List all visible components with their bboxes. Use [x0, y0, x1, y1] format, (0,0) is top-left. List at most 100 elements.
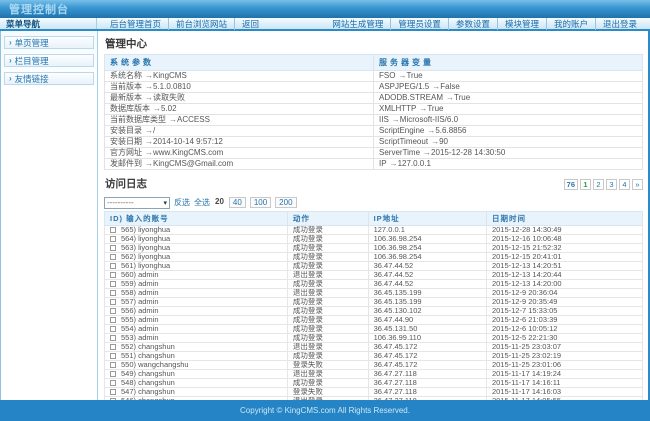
- info-cell: 官方网址→www.KingCMS.com: [105, 148, 374, 159]
- account-cell: 561) liyonghua: [105, 262, 288, 271]
- nav-link-right-2[interactable]: 参数设置: [448, 18, 497, 30]
- nav-link-right-5[interactable]: 退出登录: [595, 18, 644, 30]
- pagination-page-1[interactable]: 1: [580, 179, 591, 190]
- account-cell: 551) changshun: [105, 352, 288, 361]
- select-all-link[interactable]: 全选: [194, 197, 210, 208]
- nav-link-right-1[interactable]: 管理员设置: [390, 18, 448, 30]
- ip-cell: 106.36.99.110: [368, 334, 486, 343]
- sidebar-item[interactable]: ›单页管理: [4, 36, 94, 49]
- pagination-page-4[interactable]: 4: [619, 179, 630, 190]
- log-table-row: 550) wangchangshu登录失败36.47.45.1722015-11…: [105, 361, 643, 370]
- account-cell: 549) changshun: [105, 370, 288, 379]
- pagination-next[interactable]: »: [632, 179, 643, 190]
- arrow-icon: →: [145, 93, 153, 102]
- row-checkbox[interactable]: [110, 380, 116, 386]
- invert-selection-link[interactable]: 反选: [174, 197, 190, 208]
- action-cell: 成功登录: [287, 298, 368, 307]
- pagination-page-3[interactable]: 3: [606, 179, 617, 190]
- admin-center-title: 管理中心: [105, 36, 643, 51]
- log-table-row: 555) admin成功登录36.47.44.902015-12-6 21:03…: [105, 316, 643, 325]
- row-checkbox[interactable]: [110, 326, 116, 332]
- table-row: 当前版本→5.1.0.0810ASPJPEG/1.5→False: [105, 82, 643, 93]
- account-cell: 554) admin: [105, 325, 288, 334]
- info-cell: ScriptEngine→5.6.8856: [374, 126, 643, 137]
- page-size-100[interactable]: 100: [250, 197, 271, 208]
- top-navbar: 菜单导航 后台管理首页前台浏览网站返回 网站生成管理管理员设置参数设置模块管理我…: [0, 18, 650, 31]
- action-cell: 成功登录: [287, 316, 368, 325]
- row-checkbox[interactable]: [110, 245, 116, 251]
- info-cell: ASPJPEG/1.5→False: [374, 82, 643, 93]
- arrow-icon: →: [145, 159, 153, 168]
- action-cell: 成功登录: [287, 226, 368, 235]
- table-row: 官方网址→www.KingCMS.comServerTime→2015-12-2…: [105, 148, 643, 159]
- account-cell: 559) admin: [105, 280, 288, 289]
- sidebar-item[interactable]: ›栏目管理: [4, 54, 94, 67]
- info-value: 90: [439, 137, 448, 146]
- info-label: 当前版本: [110, 82, 142, 91]
- row-checkbox[interactable]: [110, 389, 116, 395]
- account-text: 563) liyonghua: [121, 244, 170, 253]
- info-label: ADODB.STREAM: [379, 93, 443, 102]
- action-cell: 登录失败: [287, 361, 368, 370]
- ip-cell: 36.45.131.50: [368, 325, 486, 334]
- log-table-row: 553) admin成功登录106.36.99.1102015-12-5 22:…: [105, 334, 643, 343]
- account-text: 564) liyonghua: [121, 235, 170, 244]
- row-checkbox[interactable]: [110, 263, 116, 269]
- action-cell: 登录失败: [287, 388, 368, 397]
- pagination-page-2[interactable]: 2: [593, 179, 604, 190]
- log-column-header-1: 动作: [287, 212, 368, 226]
- datetime-cell: 2015-12-13 14:20:51: [486, 262, 642, 271]
- nav-link-left-0[interactable]: 后台管理首页: [103, 18, 168, 30]
- account-cell: 558) admin: [105, 289, 288, 298]
- row-checkbox[interactable]: [110, 344, 116, 350]
- datetime-cell: 2015-12-15 21:52:32: [486, 244, 642, 253]
- ip-cell: 36.47.44.52: [368, 271, 486, 280]
- row-checkbox[interactable]: [110, 299, 116, 305]
- row-checkbox[interactable]: [110, 281, 116, 287]
- info-cell: IIS→Microsoft-IIS/6.0: [374, 115, 643, 126]
- action-cell: 成功登录: [287, 235, 368, 244]
- row-checkbox[interactable]: [110, 290, 116, 296]
- account-text: 551) changshun: [121, 352, 175, 361]
- nav-link-right-0[interactable]: 网站生成管理: [325, 18, 390, 30]
- table-row: 安装日期→2014-10-14 9:57:12ScriptTimeout→90: [105, 137, 643, 148]
- row-checkbox[interactable]: [110, 227, 116, 233]
- arrow-icon: →: [446, 93, 454, 102]
- nav-link-left-2[interactable]: 返回: [234, 18, 266, 30]
- info-cell: 安装日期→2014-10-14 9:57:12: [105, 137, 374, 148]
- info-label: 安装目录: [110, 126, 142, 135]
- pagination: 761234»: [564, 179, 643, 190]
- nav-link-left-1[interactable]: 前台浏览网站: [168, 18, 234, 30]
- row-checkbox[interactable]: [110, 317, 116, 323]
- row-checkbox[interactable]: [110, 353, 116, 359]
- info-value: www.KingCMS.com: [153, 148, 223, 157]
- account-cell: 557) admin: [105, 298, 288, 307]
- page-size-200[interactable]: 200: [275, 197, 296, 208]
- info-value: 5.1.0.0810: [153, 82, 191, 91]
- page-size-20[interactable]: 20: [214, 197, 225, 208]
- ip-cell: 127.0.0.1: [368, 226, 486, 235]
- info-cell: 最新版本→读取失败: [105, 93, 374, 104]
- row-checkbox[interactable]: [110, 254, 116, 260]
- account-cell: 563) liyonghua: [105, 244, 288, 253]
- info-value: True: [406, 71, 422, 80]
- nav-link-right-4[interactable]: 我的账户: [546, 18, 595, 30]
- row-checkbox[interactable]: [110, 236, 116, 242]
- row-checkbox[interactable]: [110, 272, 116, 278]
- arrow-icon: →: [145, 71, 153, 80]
- account-cell: 565) liyonghua: [105, 226, 288, 235]
- datetime-cell: 2015-12-13 14:20:00: [486, 280, 642, 289]
- log-filter-select[interactable]: ----------▾: [104, 197, 170, 209]
- row-checkbox[interactable]: [110, 335, 116, 341]
- row-checkbox[interactable]: [110, 362, 116, 368]
- row-checkbox[interactable]: [110, 371, 116, 377]
- info-value: KingCMS@Gmail.com: [153, 159, 233, 168]
- info-value: 2014-10-14 9:57:12: [153, 137, 223, 146]
- row-checkbox[interactable]: [110, 308, 116, 314]
- page-size-40[interactable]: 40: [229, 197, 246, 208]
- sidebar-item[interactable]: ›友情链接: [4, 72, 94, 85]
- sidebar-nav-header: 菜单导航: [0, 18, 97, 29]
- info-label: 最新版本: [110, 93, 142, 102]
- account-text: 562) liyonghua: [121, 253, 170, 262]
- nav-link-right-3[interactable]: 模块管理: [497, 18, 546, 30]
